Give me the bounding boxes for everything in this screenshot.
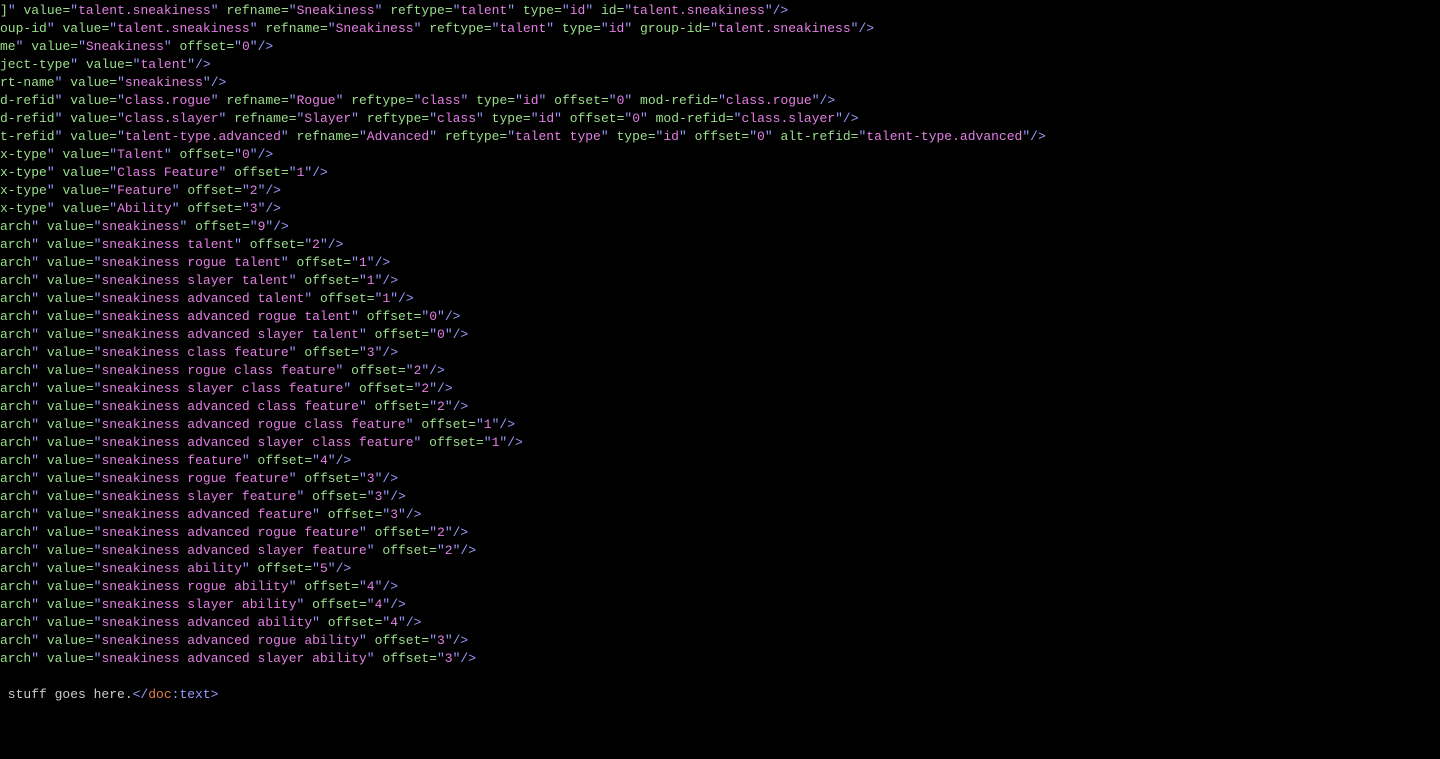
code-editor[interactable]: ]" value="talent.sneakiness" refname="Sn…: [0, 0, 1440, 704]
